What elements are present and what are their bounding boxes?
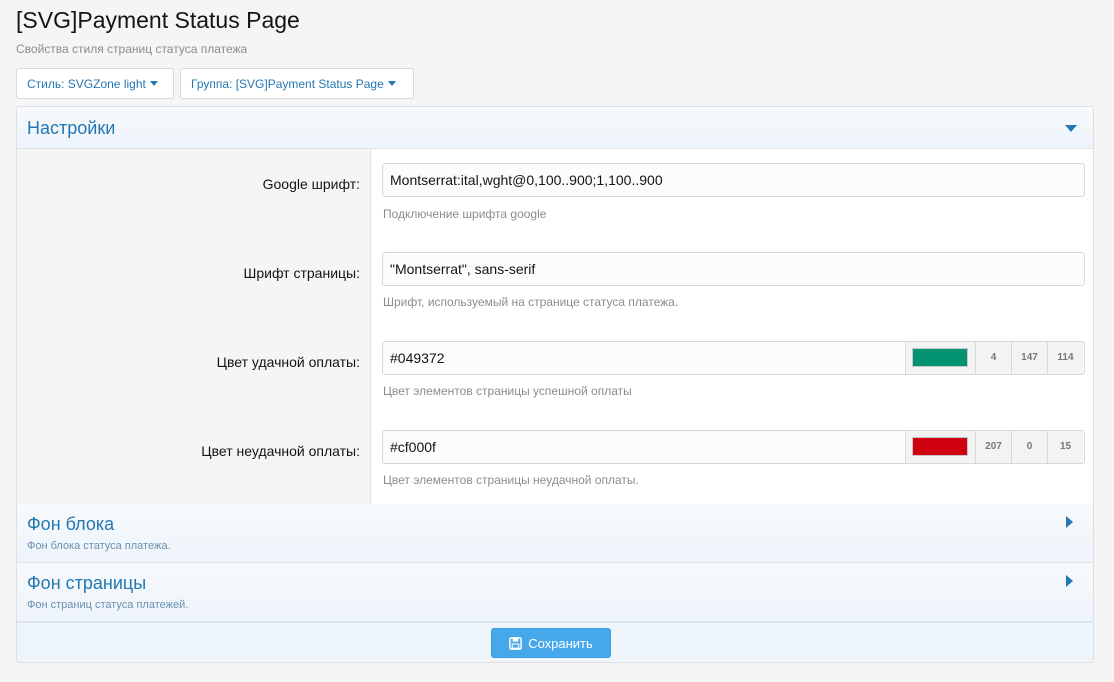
success-color-picker[interactable] <box>905 342 975 374</box>
fail-color-g: 0 <box>1011 431 1047 463</box>
fail-color-input[interactable]: #cf000f 207 0 15 <box>382 430 1085 464</box>
save-button-label: Сохранить <box>528 635 593 651</box>
caret-down-icon[interactable] <box>1065 125 1077 132</box>
page-font-input[interactable]: "Montserrat", sans-serif <box>382 252 1085 286</box>
success-color-r: 4 <box>975 342 1011 374</box>
caret-down-icon <box>387 81 396 86</box>
group-chooser-button[interactable]: Группа: [SVG]Payment Status Page <box>180 68 414 99</box>
section-page-bg-header[interactable]: Фон страницы Фон страниц статуса платеже… <box>17 563 1093 622</box>
fail-color-hint: Цвет элементов страницы неудачной оплаты… <box>383 473 639 487</box>
section-settings-title: Настройки <box>27 118 116 138</box>
section-block-bg-header[interactable]: Фон блока Фон блока статуса платежа. <box>17 504 1093 563</box>
success-color-value: #049372 <box>390 350 445 366</box>
section-page-bg-description: Фон страниц статуса платежей. <box>27 599 189 611</box>
page-description: Свойства стиля страниц статуса платежа <box>16 42 248 56</box>
section-block-bg-description: Фон блока статуса платежа. <box>27 540 171 552</box>
fail-color-value: #cf000f <box>390 439 436 455</box>
success-color-label: Цвет удачной оплаты: <box>216 354 360 370</box>
settings-body: Google шрифт: Montserrat:ital,wght@0,100… <box>17 149 1093 504</box>
success-color-swatch <box>912 348 968 367</box>
google-font-input[interactable]: Montserrat:ital,wght@0,100..900;1,100..9… <box>382 163 1085 197</box>
fail-color-label: Цвет неудачной оплаты: <box>201 443 360 459</box>
floppy-disk-icon <box>509 636 523 650</box>
caret-down-icon <box>149 81 158 86</box>
success-color-hint: Цвет элементов страницы успешной оплаты <box>383 384 632 398</box>
section-page-bg-title: Фон страницы <box>27 573 147 593</box>
google-font-label: Google шрифт: <box>262 176 360 192</box>
page-title: [SVG]Payment Status Page <box>16 7 300 33</box>
group-chooser-label: Группа: [SVG]Payment Status Page <box>191 76 384 91</box>
page-font-hint: Шрифт, используемый на странице статуса … <box>383 295 679 309</box>
success-color-g: 147 <box>1011 342 1047 374</box>
caret-right-icon[interactable] <box>1066 516 1073 528</box>
fail-color-r: 207 <box>975 431 1011 463</box>
style-chooser-button[interactable]: Стиль: SVGZone light <box>16 68 174 99</box>
success-color-input[interactable]: #049372 4 147 114 <box>382 341 1085 375</box>
fail-color-picker[interactable] <box>905 431 975 463</box>
section-block-bg-title: Фон блока <box>27 514 115 534</box>
page-font-label: Шрифт страницы: <box>243 265 360 281</box>
caret-right-icon[interactable] <box>1066 575 1073 587</box>
style-properties-block: Настройки Google шрифт: Montserrat:ital,… <box>16 106 1094 663</box>
form-footer: Сохранить <box>17 622 1093 662</box>
google-font-hint: Подключение шрифта google <box>383 207 547 221</box>
section-settings-header[interactable]: Настройки <box>17 107 1093 149</box>
success-color-b: 114 <box>1047 342 1083 374</box>
fail-color-b: 15 <box>1047 431 1083 463</box>
save-button[interactable]: Сохранить <box>491 628 611 658</box>
style-chooser-label: Стиль: SVGZone light <box>27 76 146 91</box>
fail-color-swatch <box>912 437 968 456</box>
